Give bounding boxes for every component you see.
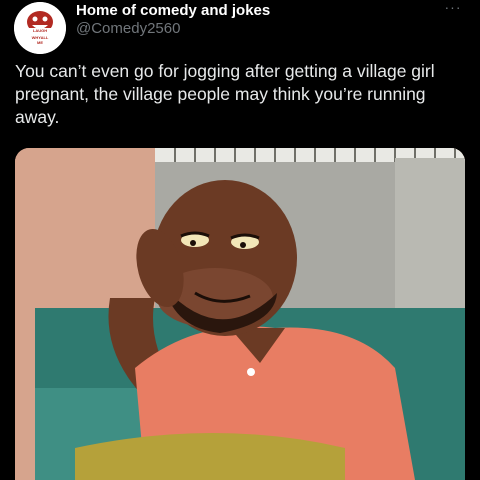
- svg-text:ME: ME: [37, 40, 43, 45]
- post-media-image[interactable]: [15, 148, 465, 480]
- svg-text:LAUGH: LAUGH: [33, 28, 47, 33]
- author-handle[interactable]: @Comedy2560: [76, 20, 180, 37]
- cartoon-man-meme-image-icon: [15, 148, 465, 480]
- post-text: You can’t even go for jogging after gett…: [15, 61, 435, 127]
- author-name[interactable]: Home of comedy and jokes: [76, 2, 270, 19]
- more-options-icon[interactable]: ···: [442, 0, 464, 18]
- author-avatar[interactable]: LAUGH WHYALL ME: [14, 2, 66, 54]
- laughing-logo-avatar-icon: LAUGH WHYALL ME: [14, 2, 66, 54]
